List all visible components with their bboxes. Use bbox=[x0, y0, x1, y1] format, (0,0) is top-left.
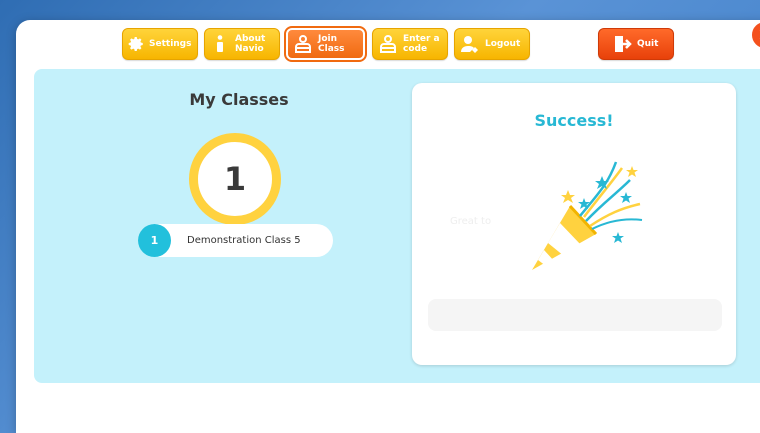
party-popper-icon bbox=[532, 161, 643, 270]
toolbar: Settings About Navio Join Class Enter a … bbox=[16, 26, 760, 62]
main-panel: My Classes 1 1 Demonstration Class 5 Suc… bbox=[34, 69, 760, 383]
quit-button[interactable]: Quit bbox=[598, 28, 674, 60]
success-title: Success! bbox=[534, 111, 614, 130]
about-navio-button[interactable]: About Navio bbox=[204, 28, 280, 60]
gear-icon bbox=[127, 33, 145, 55]
class-list-item[interactable]: 1 Demonstration Class 5 bbox=[138, 224, 333, 257]
class-count: 1 bbox=[223, 160, 247, 198]
app-window: Settings About Navio Join Class Enter a … bbox=[16, 20, 760, 433]
enter-code-button[interactable]: Enter a code bbox=[372, 28, 448, 60]
my-classes-title: My Classes bbox=[189, 90, 289, 109]
logout-label: Logout bbox=[485, 39, 521, 49]
join-class-label: Join Class bbox=[318, 34, 345, 54]
quit-label: Quit bbox=[637, 39, 659, 49]
message-bar bbox=[428, 299, 722, 331]
person-icon bbox=[377, 33, 399, 55]
faded-message: Great to bbox=[450, 216, 492, 227]
info-icon bbox=[209, 33, 231, 55]
enter-code-label: Enter a code bbox=[403, 34, 440, 54]
class-count-ring: 1 bbox=[189, 133, 281, 225]
logout-button[interactable]: Logout bbox=[454, 28, 530, 60]
class-name: Demonstration Class 5 bbox=[187, 235, 301, 246]
person-icon bbox=[292, 33, 314, 55]
settings-button[interactable]: Settings bbox=[122, 28, 198, 60]
exit-door-icon bbox=[611, 33, 633, 55]
about-navio-label: About Navio bbox=[235, 34, 266, 54]
logout-icon bbox=[459, 33, 481, 55]
success-card: Success! Great to bbox=[412, 83, 736, 365]
join-class-button[interactable]: Join Class bbox=[284, 26, 367, 62]
class-number-badge: 1 bbox=[138, 224, 171, 257]
settings-label: Settings bbox=[149, 39, 192, 49]
